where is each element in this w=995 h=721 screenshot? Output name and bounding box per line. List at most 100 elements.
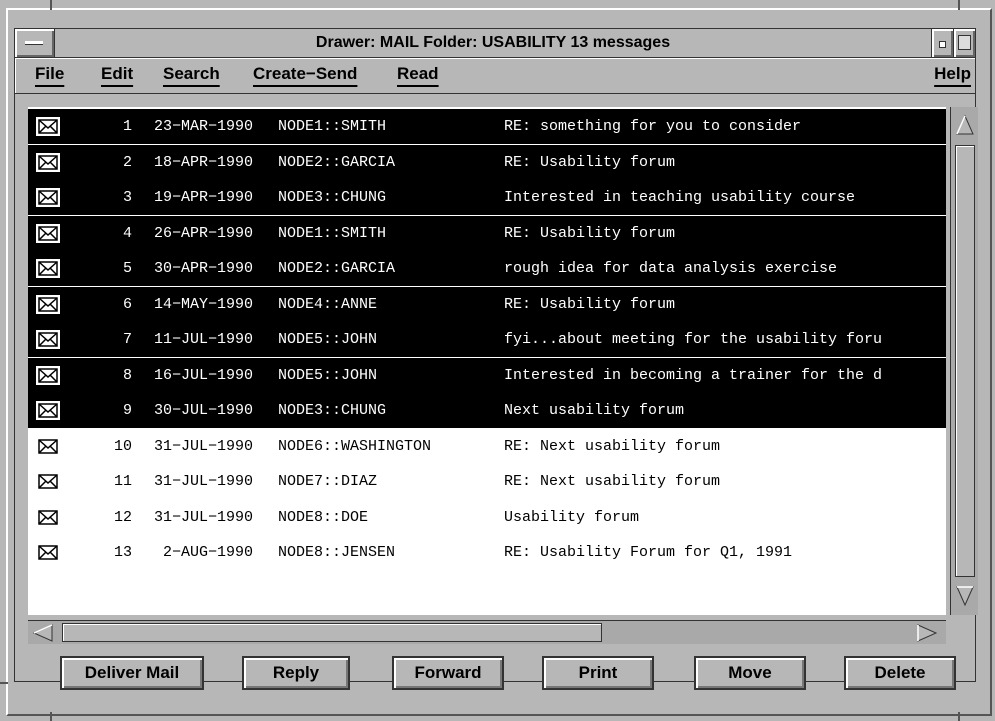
frame-corner-tick: [50, 712, 52, 721]
message-date: 30−JUL−1990: [154, 402, 254, 419]
message-number: 10: [113, 437, 132, 455]
menu-file[interactable]: File: [35, 64, 64, 84]
message-sender: NODE1::SMITH: [278, 224, 387, 242]
menu-edit[interactable]: Edit: [101, 64, 133, 84]
message-date: 31−JUL−1990: [154, 473, 254, 490]
message-number: 5: [122, 260, 132, 277]
horizontal-scroll-thumb[interactable]: [62, 623, 602, 642]
message-row[interactable]: 8 16−JUL−1990 NODE5::JOHN Interested in bec…: [28, 357, 946, 393]
frame-corner-tick: [958, 712, 960, 721]
message-sender: NODE6::WASHINGTON: [278, 437, 432, 455]
maximize-button[interactable]: [953, 29, 975, 57]
message-subject: RE: Usability forum: [504, 224, 676, 242]
menu-bar: File Edit Search Create−Send Read Help: [14, 58, 976, 94]
message-subject: RE: Next usability forum: [504, 473, 721, 490]
minimize-button[interactable]: [931, 29, 953, 57]
envelope-icon: [38, 545, 58, 560]
frame-corner-tick: [50, 0, 52, 10]
message-row[interactable]: 2 18−APR−1990 NODE2::GARCIA RE: Usability f…: [28, 144, 946, 180]
message-sender: NODE3::CHUNG: [278, 189, 387, 206]
title-bar[interactable]: Drawer: MAIL Folder: USABILITY 13 messag…: [14, 28, 976, 58]
message-number: 1: [122, 118, 132, 135]
message-sender: NODE5::JOHN: [278, 366, 378, 384]
menu-read[interactable]: Read: [397, 64, 439, 84]
message-list[interactable]: 1 23−MAR−1990 NODE1::SMITH RE: something fo…: [28, 107, 946, 615]
menu-create-send[interactable]: Create−Send: [253, 64, 357, 84]
envelope-icon: [36, 330, 60, 349]
message-sender: NODE7::DIAZ: [278, 473, 378, 490]
message-number: 13: [113, 544, 132, 561]
message-sender: NODE4::ANNE: [278, 295, 378, 313]
message-subject: RE: something for you to consider: [504, 118, 802, 135]
message-date: 18−APR−1990: [154, 153, 254, 171]
frame-corner-tick: [958, 0, 960, 10]
message-subject: RE: Usability Forum for Q1, 1991: [504, 544, 793, 561]
message-sender: NODE8::JENSEN: [278, 544, 396, 561]
message-date: 2−AUG−1990: [154, 544, 254, 561]
message-subject: fyi...about meeting for the usability fo…: [504, 331, 883, 348]
message-date: 14−MAY−1990: [154, 295, 254, 313]
menu-search[interactable]: Search: [163, 64, 220, 84]
message-sender: NODE5::JOHN: [278, 331, 378, 348]
message-row[interactable]: 4 26−APR−1990 NODE1::SMITH RE: Usability fo…: [28, 215, 946, 251]
window-menu-button[interactable]: [15, 29, 55, 57]
message-subject: RE: Usability forum: [504, 295, 676, 313]
message-row[interactable]: 5 30−APR−1990 NODE2::GARCIA rough idea for …: [28, 251, 946, 286]
deliver-mail-button[interactable]: Deliver Mail: [60, 656, 204, 690]
delete-button[interactable]: Delete: [844, 656, 956, 690]
message-date: 30−APR−1990: [154, 260, 254, 277]
message-subject: Next usability forum: [504, 402, 685, 419]
message-row[interactable]: 9 30−JUL−1990 NODE3::CHUNG Next usability f…: [28, 393, 946, 428]
envelope-icon: [36, 223, 60, 243]
message-sender: NODE3::CHUNG: [278, 402, 387, 419]
print-button[interactable]: Print: [542, 656, 654, 690]
message-date: 31−JUL−1990: [154, 508, 254, 526]
envelope-icon: [36, 365, 60, 385]
message-row[interactable]: 3 19−APR−1990 NODE3::CHUNG Interested in te…: [28, 180, 946, 215]
reply-button[interactable]: Reply: [242, 656, 350, 690]
message-row[interactable]: 1 23−MAR−1990 NODE1::SMITH RE: something fo…: [28, 109, 946, 144]
message-sender: NODE8::DOE: [278, 508, 369, 526]
message-sender: NODE2::GARCIA: [278, 260, 396, 277]
message-number: 9: [122, 402, 132, 419]
arrow-left-icon[interactable]: [32, 624, 54, 642]
message-date: 16−JUL−1990: [154, 366, 254, 384]
envelope-icon: [38, 474, 58, 489]
arrow-up-icon[interactable]: [956, 114, 974, 136]
arrow-down-icon[interactable]: [956, 585, 974, 607]
message-number: 7: [122, 331, 132, 348]
frame-corner-tick: [0, 682, 8, 684]
arrow-right-icon[interactable]: [916, 624, 938, 642]
window-title: Drawer: MAIL Folder: USABILITY 13 messag…: [315, 34, 671, 51]
message-row[interactable]: 10 31−JUL−1990 NODE6::WASHINGTON RE: Next u…: [28, 428, 946, 464]
vertical-scroll-thumb[interactable]: [955, 145, 975, 577]
envelope-icon: [36, 259, 60, 278]
message-row[interactable]: 11 31−JUL−1990 NODE7::DIAZ RE: Next usabili…: [28, 464, 946, 499]
envelope-icon: [38, 438, 58, 454]
horizontal-scrollbar[interactable]: [28, 620, 946, 644]
message-number: 6: [122, 295, 132, 313]
message-row[interactable]: 6 14−MAY−1990 NODE4::ANNE RE: Usability for…: [28, 286, 946, 322]
menu-help[interactable]: Help: [934, 64, 971, 84]
message-date: 31−JUL−1990: [154, 437, 254, 455]
message-number: 11: [113, 473, 132, 490]
message-row[interactable]: 12 31−JUL−1990 NODE8::DOE Usability forum: [28, 499, 946, 535]
move-button[interactable]: Move: [694, 656, 806, 690]
envelope-icon: [38, 509, 58, 525]
message-subject: Usability forum: [504, 508, 640, 526]
message-date: 26−APR−1990: [154, 224, 254, 242]
envelope-icon: [36, 188, 60, 207]
message-row[interactable]: 7 11−JUL−1990 NODE5::JOHN fyi...about meeti…: [28, 322, 946, 357]
message-number: 4: [122, 224, 132, 242]
message-subject: Interested in teaching usability course: [504, 189, 856, 206]
message-subject: rough idea for data analysis exercise: [504, 260, 838, 277]
message-sender: NODE2::GARCIA: [278, 153, 396, 171]
forward-button[interactable]: Forward: [392, 656, 504, 690]
message-number: 2: [122, 153, 132, 171]
message-subject: RE: Usability forum: [504, 153, 676, 171]
message-row[interactable]: 13 2−AUG−1990 NODE8::JENSEN RE: Usability …: [28, 535, 946, 570]
message-date: 11−JUL−1990: [154, 331, 254, 348]
vertical-scrollbar[interactable]: [950, 107, 978, 615]
message-number: 3: [122, 189, 132, 206]
message-subject: Interested in becoming a trainer for the…: [504, 366, 883, 384]
